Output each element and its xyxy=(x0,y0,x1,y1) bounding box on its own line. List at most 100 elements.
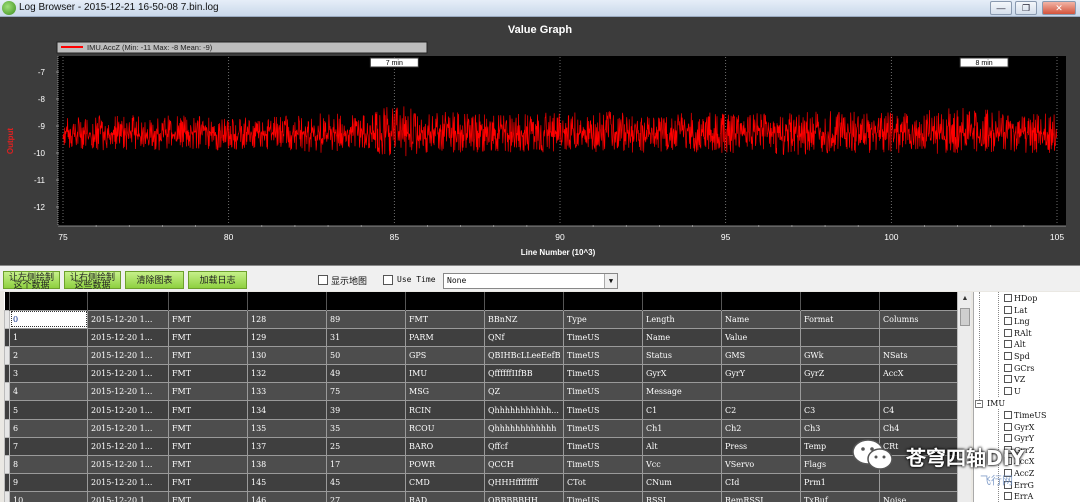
table-cell[interactable]: MSG xyxy=(405,382,485,402)
table-cell[interactable]: GWk xyxy=(800,345,880,366)
table-cell[interactable]: 89 xyxy=(326,309,406,329)
table-cell[interactable]: RemRSSI xyxy=(721,491,801,502)
table-cell[interactable]: QHHHffffffff xyxy=(484,473,564,493)
table-cell[interactable]: C3 xyxy=(800,400,880,420)
table-cell[interactable]: 39 xyxy=(326,400,406,420)
table-cell[interactable]: FMT xyxy=(405,309,485,329)
log-data-grid[interactable]: 0 2015-12-20 1... FMT 128 89 FMT BBnNZ Type Leng… xyxy=(4,292,957,502)
table-cell[interactable]: FMT xyxy=(168,400,248,420)
table-cell[interactable]: 2015-12-20 1... xyxy=(87,491,169,502)
table-cell[interactable]: 1 xyxy=(9,327,88,347)
table-cell[interactable]: Message xyxy=(642,382,722,402)
table-cell[interactable]: FMT xyxy=(168,491,248,502)
table-row[interactable]: 10 2015-12-20 1... FMT 146 27 RAD QBBBBBHH Time… xyxy=(4,491,957,502)
tree-item-alt[interactable]: Alt xyxy=(1004,339,1026,350)
table-cell[interactable]: 6 xyxy=(9,418,88,438)
tree-item-spd[interactable]: Spd xyxy=(1004,351,1030,362)
table-cell[interactable]: 2015-12-20 1... xyxy=(87,382,169,402)
table-cell[interactable]: POWR xyxy=(405,454,485,475)
table-cell[interactable]: 135 xyxy=(247,418,327,438)
table-cell[interactable]: Name xyxy=(721,309,801,329)
tree-item-gcrs[interactable]: GCrs xyxy=(1004,363,1034,374)
table-cell[interactable]: 134 xyxy=(247,400,327,420)
table-cell[interactable]: FMT xyxy=(168,473,248,493)
table-cell[interactable]: Length xyxy=(642,309,722,329)
table-cell[interactable]: 45 xyxy=(326,473,406,493)
table-cell[interactable]: FMT xyxy=(168,436,248,457)
table-cell[interactable]: FMT xyxy=(168,382,248,402)
table-cell[interactable]: 17 xyxy=(326,454,406,475)
table-cell[interactable]: 137 xyxy=(247,436,327,457)
table-cell[interactable]: C4 xyxy=(879,400,957,420)
table-cell[interactable]: Columns xyxy=(879,309,957,329)
table-cell[interactable]: Format xyxy=(800,309,880,329)
table-cell[interactable]: 4 xyxy=(9,382,88,402)
table-cell[interactable] xyxy=(800,382,880,402)
table-cell[interactable]: CNum xyxy=(642,473,722,493)
table-cell[interactable]: 2015-12-20 1... xyxy=(87,418,169,438)
table-cell[interactable]: TimeUS xyxy=(563,382,643,402)
tree-item-u[interactable]: U xyxy=(1004,386,1021,397)
table-cell[interactable]: VServo xyxy=(721,454,801,475)
grid-header-cell[interactable] xyxy=(405,292,485,310)
table-cell[interactable]: FMT xyxy=(168,327,248,347)
grid-header-cell[interactable] xyxy=(247,292,327,310)
grid-header-cell[interactable] xyxy=(87,292,169,310)
tree-item-lat[interactable]: Lat xyxy=(1004,305,1027,316)
table-cell[interactable]: 7 xyxy=(9,436,88,457)
tree-item-timeus[interactable]: TimeUS xyxy=(1004,410,1046,421)
table-cell[interactable]: Vcc xyxy=(642,454,722,475)
table-cell[interactable]: Alt xyxy=(642,436,722,457)
table-cell[interactable] xyxy=(721,382,801,402)
grid-header-cell[interactable] xyxy=(879,292,957,310)
table-cell[interactable]: 5 xyxy=(9,400,88,420)
table-cell[interactable]: TimeUS xyxy=(563,327,643,347)
table-cell[interactable]: Qffcf xyxy=(484,436,564,457)
table-cell[interactable]: GPS xyxy=(405,345,485,366)
series-select[interactable]: None ▼ xyxy=(443,273,618,289)
tree-checkbox[interactable] xyxy=(1004,352,1012,360)
table-cell[interactable]: PARM xyxy=(405,327,485,347)
plot-left-button[interactable]: 让左侧绘制 这个数据 xyxy=(3,271,60,290)
tree-checkbox[interactable] xyxy=(1004,375,1012,384)
table-cell[interactable]: 2015-12-20 1... xyxy=(87,364,169,384)
table-row[interactable]: 2 2015-12-20 1... FMT 130 50 GPS QBIHBcLLeeEef… xyxy=(4,345,957,366)
table-row[interactable]: 7 2015-12-20 1... FMT 137 25 BARO Qffcf TimeUS A… xyxy=(4,436,957,457)
table-cell[interactable]: 145 xyxy=(247,473,327,493)
grid-header-cell[interactable] xyxy=(721,292,801,310)
table-cell[interactable]: QCCH xyxy=(484,454,564,475)
table-row[interactable]: 5 2015-12-20 1... FMT 134 39 RCIN Qhhhhhhhhhhh… xyxy=(4,400,957,420)
load-log-button[interactable]: 加载日志 xyxy=(188,271,247,289)
table-cell[interactable]: BBnNZ xyxy=(484,309,564,329)
table-cell[interactable] xyxy=(879,327,957,347)
table-cell[interactable]: QBBBBBHH xyxy=(484,491,564,502)
table-cell[interactable]: 9 xyxy=(9,473,88,493)
table-cell[interactable]: 138 xyxy=(247,454,327,475)
table-cell[interactable]: NSats xyxy=(879,345,957,366)
grid-header-cell[interactable] xyxy=(168,292,248,310)
table-cell[interactable]: GyrY xyxy=(721,364,801,384)
table-row[interactable]: 6 2015-12-20 1... FMT 135 35 RCOU Qhhhhhhhhhhh… xyxy=(4,418,957,438)
table-cell[interactable]: RCOU xyxy=(405,418,485,438)
grid-header-cell[interactable] xyxy=(9,292,88,310)
table-cell[interactable]: 0 xyxy=(9,309,88,329)
minimize-button[interactable]: — xyxy=(990,1,1012,15)
tree-checkbox[interactable] xyxy=(1004,328,1012,337)
table-cell[interactable]: Qhhhhhhhhhhhh xyxy=(484,418,564,438)
table-cell[interactable]: QffffffIIfBB xyxy=(484,364,564,384)
table-cell[interactable]: 50 xyxy=(326,345,406,366)
tree-item-vz[interactable]: VZ xyxy=(1004,374,1025,385)
table-row[interactable]: 9 2015-12-20 1... FMT 145 45 CMD QHHHffffffff C… xyxy=(4,473,957,493)
table-cell[interactable]: 10 xyxy=(9,491,88,502)
table-cell[interactable]: GyrX xyxy=(642,364,722,384)
tree-checkbox[interactable] xyxy=(1004,422,1012,431)
table-cell[interactable]: Type xyxy=(563,309,643,329)
clear-graph-button[interactable]: 清除图表 xyxy=(125,271,184,289)
table-cell[interactable]: 3 xyxy=(9,364,88,384)
maximize-button[interactable]: ❐ xyxy=(1015,1,1037,15)
table-cell[interactable]: 2015-12-20 1... xyxy=(87,473,169,493)
table-cell[interactable]: 2015-12-20 1... xyxy=(87,327,169,347)
grid-header-cell[interactable] xyxy=(484,292,564,310)
tree-item-gyrx[interactable]: GyrX xyxy=(1004,422,1034,433)
table-cell[interactable]: GMS xyxy=(721,345,801,366)
